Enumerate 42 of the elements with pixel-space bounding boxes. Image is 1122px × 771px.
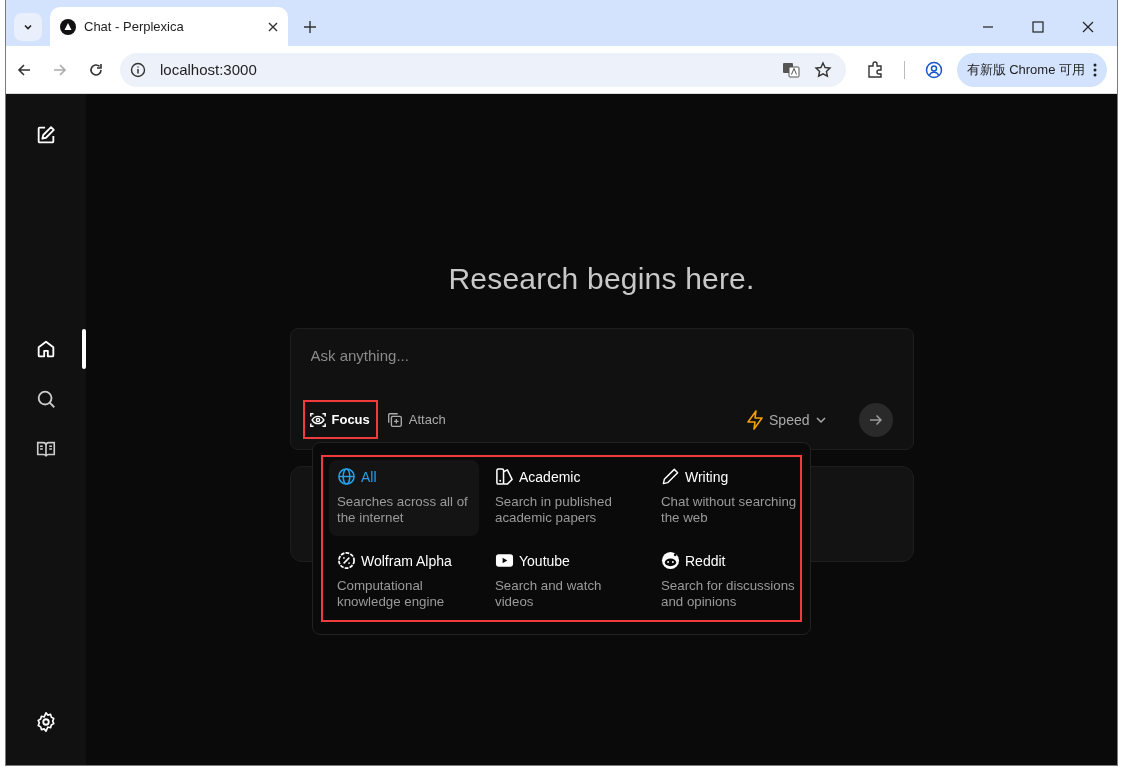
alien-face-icon <box>661 551 680 570</box>
send-button[interactable] <box>858 402 893 437</box>
percent-badge-icon <box>337 551 356 570</box>
update-chrome-button[interactable]: 有新版 Chrome 可用 <box>956 52 1107 87</box>
focus-option[interactable]: All Searches across all of the internet <box>329 460 479 536</box>
eye-scan-icon <box>308 410 327 429</box>
triangle-logo-icon <box>60 18 76 35</box>
focus-option[interactable]: Youtube Search and watch videos <box>487 544 645 620</box>
arrow-right-icon <box>868 412 883 427</box>
translate-icon[interactable] <box>781 60 800 79</box>
lightning-icon <box>746 409 764 430</box>
edit-icon[interactable] <box>35 124 57 146</box>
ask-input-field[interactable]: Ask anything... <box>306 347 893 364</box>
info-icon[interactable] <box>130 61 146 78</box>
browser-tab[interactable]: Chat - Perplexica <box>50 7 288 46</box>
focus-option[interactable]: Reddit Search for discussions and opinions <box>653 544 803 620</box>
reload-icon[interactable] <box>88 61 104 78</box>
globe-icon <box>337 467 356 486</box>
settings-icon[interactable] <box>35 711 57 733</box>
puzzle-icon[interactable] <box>865 60 884 79</box>
close-icon[interactable] <box>1082 20 1094 33</box>
focus-option[interactable]: Academic Search in published academic papers <box>487 460 645 536</box>
more-icon <box>1093 62 1097 77</box>
focus-option[interactable]: Writing Chat without searching the web <box>653 460 803 536</box>
star-icon[interactable] <box>813 60 832 79</box>
pencil-icon <box>661 467 680 486</box>
new-tab-icon[interactable] <box>304 20 316 33</box>
focus-option[interactable]: Wolfram Alpha Computational knowledge engine <box>329 544 479 620</box>
video-play-icon <box>495 551 514 570</box>
page-heading: Research begins here. <box>448 262 755 296</box>
copy-plus-icon <box>385 410 404 429</box>
address-bar[interactable]: localhost:3000 <box>120 52 846 87</box>
maximize-icon[interactable] <box>1032 20 1044 33</box>
attach-button[interactable]: Attach <box>383 406 448 433</box>
close-tab-icon[interactable] <box>268 21 278 32</box>
book-icon <box>495 467 514 486</box>
tab-title: Chat - Perplexica <box>84 19 184 34</box>
focus-button[interactable]: Focus <box>306 406 372 433</box>
url-text: localhost:3000 <box>160 61 257 78</box>
speed-mode-dropdown[interactable]: Speed <box>744 405 829 434</box>
profile-icon[interactable] <box>924 60 943 79</box>
back-icon[interactable] <box>16 61 32 78</box>
